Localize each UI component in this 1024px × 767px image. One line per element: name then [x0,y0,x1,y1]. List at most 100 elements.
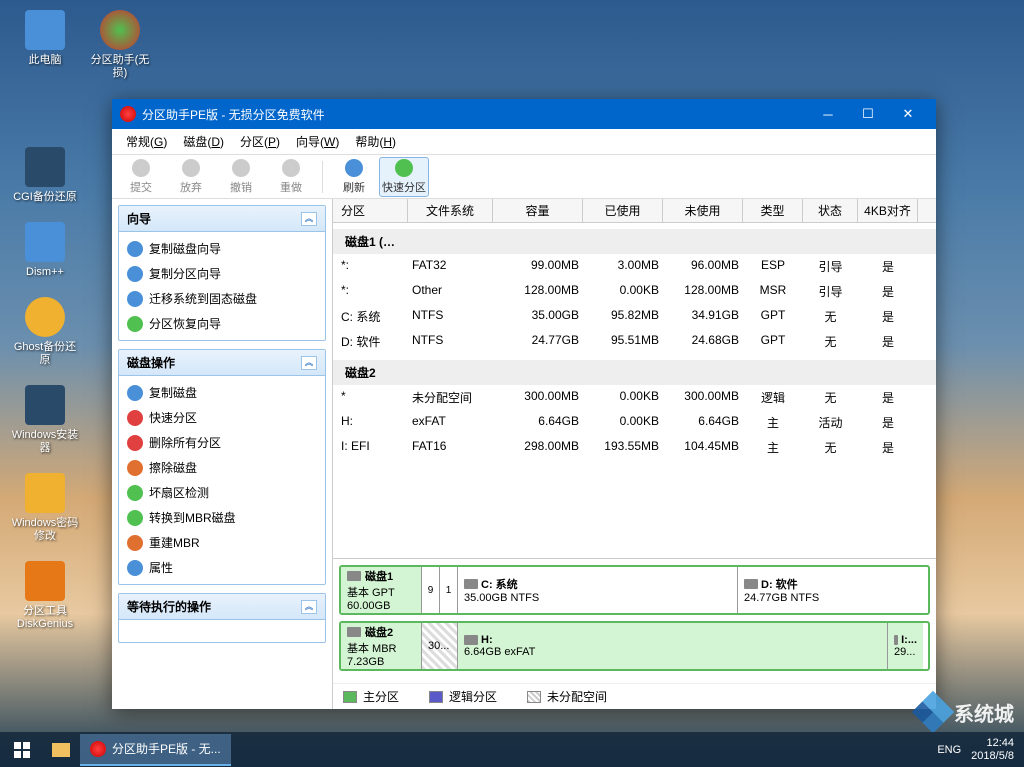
collapse-icon[interactable]: ︽ [301,212,317,226]
disk-map-partition[interactable]: C: 系统35.00GB NTFS [457,567,737,613]
partition-row[interactable]: C: 系统NTFS35.00GB95.82MB34.91GBGPT无是 [333,304,936,329]
toolbar-重做: 重做 [266,157,316,197]
desktop-icon-dism[interactable]: Dism++ [10,222,80,279]
panel-item-坏扇区检测[interactable]: 坏扇区检测 [121,480,323,505]
panel-item-删除所有分区[interactable]: 删除所有分区 [121,430,323,455]
desktop-icon-ghost[interactable]: Ghost备份还原 [10,297,80,367]
panel-wizard-header[interactable]: 向导 ︽ [119,206,325,232]
maximize-button[interactable]: ☐ [848,99,888,129]
app-icon [90,741,106,757]
table-header: 分区文件系统容量已使用未使用类型状态4KB对齐 [333,199,936,223]
desktop-icon-wininstall[interactable]: Windows安装器 [10,385,80,455]
放弃-icon [182,159,200,177]
panel-item-复制分区向导[interactable]: 复制分区向导 [121,261,323,286]
disk-map-partition[interactable]: H:6.64GB exFAT [457,623,887,669]
collapse-icon[interactable]: ︽ [301,600,317,614]
panel-pending-header[interactable]: 等待执行的操作 ︽ [119,594,325,620]
right-panel: 分区文件系统容量已使用未使用类型状态4KB对齐 磁盘1 (…*:FAT3299.… [332,199,936,709]
partition-row[interactable]: D: 软件NTFS24.77GB95.51MB24.68GBGPT无是 [333,329,936,354]
panel-item-迁移系统到固态磁盘[interactable]: 迁移系统到固态磁盘 [121,286,323,311]
col-header-2[interactable]: 容量 [493,199,583,222]
toolbar: 提交放弃撤销重做刷新快速分区 [112,155,936,199]
重做-icon [282,159,300,177]
monitor-icon [25,10,65,50]
desktop-icon-partassist[interactable]: 分区助手(无损) [85,10,155,80]
title-bar[interactable]: 分区助手PE版 - 无损分区免费软件 ─ ☐ ✕ [112,99,936,129]
desktop-icon-diskgenius[interactable]: 分区工具DiskGenius [10,561,80,631]
toolbar-放弃: 放弃 [166,157,216,197]
panel-item-快速分区[interactable]: 快速分区 [121,405,323,430]
taskbar: 分区助手PE版 - 无... ENG 12:44 2018/5/8 [0,732,1024,767]
disk-header[interactable]: 磁盘1 (… [333,229,936,254]
disk-map-2[interactable]: 磁盘2基本 MBR7.23GB30...H:6.64GB exFATI:...2… [339,621,930,671]
撤销-icon [232,159,250,177]
close-button[interactable]: ✕ [888,99,928,129]
action-icon [127,485,143,501]
taskbar-explorer[interactable] [44,732,78,767]
panel-item-复制磁盘[interactable]: 复制磁盘 [121,380,323,405]
刷新-icon [345,159,363,177]
col-header-6[interactable]: 状态 [803,199,858,222]
desktop-icon-thispc[interactable]: 此电脑 [10,10,80,67]
col-header-0[interactable]: 分区 [333,199,408,222]
partition-row[interactable]: *:FAT3299.00MB3.00MB96.00MBESP引导是 [333,254,936,279]
disk-map-label: 磁盘1基本 GPT60.00GB [341,567,421,613]
panel-item-擦除磁盘[interactable]: 擦除磁盘 [121,455,323,480]
disk-map-partition[interactable]: 1 [439,567,457,613]
partition-icon [464,635,478,645]
disk-map-1[interactable]: 磁盘1基本 GPT60.00GB91C: 系统35.00GB NTFSD: 软件… [339,565,930,615]
diskgenius-icon [25,561,65,601]
panel-item-复制磁盘向导[interactable]: 复制磁盘向导 [121,236,323,261]
toolbar-快速分区[interactable]: 快速分区 [379,157,429,197]
legend-item: 未分配空间 [527,688,607,705]
panel-item-属性[interactable]: 属性 [121,555,323,580]
partition-row[interactable]: H:exFAT6.64GB0.00KB6.64GB主活动是 [333,410,936,435]
panel-item-重建MBR[interactable]: 重建MBR [121,530,323,555]
hammer-icon [25,147,65,187]
partition-table: 磁盘1 (…*:FAT3299.00MB3.00MB96.00MBESP引导是*… [333,223,936,558]
disk-map-partition[interactable]: I:...29... [887,623,923,669]
disk-map-partition[interactable]: 30... [421,623,457,669]
disk-map-partition[interactable]: D: 软件24.77GB NTFS [737,567,923,613]
taskbar-app-task[interactable]: 分区助手PE版 - 无... [80,734,231,766]
partition-row[interactable]: I: EFIFAT16298.00MB193.55MB104.45MB主无是 [333,435,936,460]
col-header-5[interactable]: 类型 [743,199,803,222]
app-icon [120,106,136,122]
partition-row[interactable]: *:Other128.00MB0.00KB128.00MBMSR引导是 [333,279,936,304]
menu-w[interactable]: 向导(W) [288,130,347,153]
disk-map-area: 磁盘1基本 GPT60.00GB91C: 系统35.00GB NTFSD: 软件… [333,558,936,683]
desktop-icon-winpwd[interactable]: Windows密码修改 [10,473,80,543]
toolbar-刷新[interactable]: 刷新 [329,157,379,197]
folder-icon [52,743,70,757]
menu-g[interactable]: 常规(G) [118,130,175,153]
disk-header[interactable]: 磁盘2 [333,360,936,385]
minimize-button[interactable]: ─ [808,99,848,129]
desktop-icons-col1: 此电脑 CGI备份还原 Dism++ Ghost备份还原 Windows安装器 … [10,10,120,649]
panel-item-转换到MBR磁盘[interactable]: 转换到MBR磁盘 [121,505,323,530]
desktop-icon-cgi[interactable]: CGI备份还原 [10,147,80,204]
partition-row[interactable]: *未分配空间300.00MB0.00KB300.00MB逻辑无是 [333,385,936,410]
col-header-3[interactable]: 已使用 [583,199,663,222]
installer-icon [25,385,65,425]
col-header-1[interactable]: 文件系统 [408,199,493,222]
panel-diskops-header[interactable]: 磁盘操作 ︽ [119,350,325,376]
menu-p[interactable]: 分区(P) [232,130,288,153]
menu-bar: 常规(G)磁盘(D)分区(P)向导(W)帮助(H) [112,129,936,155]
tray-ime[interactable]: ENG [937,744,961,756]
tray-clock[interactable]: 12:44 2018/5/8 [971,737,1014,763]
menu-h[interactable]: 帮助(H) [347,130,404,153]
app-window: 分区助手PE版 - 无损分区免费软件 ─ ☐ ✕ 常规(G)磁盘(D)分区(P)… [112,99,936,709]
panel-diskops: 磁盘操作 ︽ 复制磁盘快速分区删除所有分区擦除磁盘坏扇区检测转换到MBR磁盘重建… [118,349,326,585]
start-button[interactable] [0,732,44,767]
col-header-7[interactable]: 4KB对齐 [858,199,918,222]
panel-wizard: 向导 ︽ 复制磁盘向导复制分区向导迁移系统到固态磁盘分区恢复向导 [118,205,326,341]
menu-d[interactable]: 磁盘(D) [175,130,232,153]
col-header-4[interactable]: 未使用 [663,199,743,222]
collapse-icon[interactable]: ︽ [301,356,317,370]
disk-map-partition[interactable]: 9 [421,567,439,613]
windows-logo-icon [14,742,30,758]
partition-icon [894,635,898,645]
panel-item-分区恢复向导[interactable]: 分区恢复向导 [121,311,323,336]
action-icon [127,460,143,476]
legend-swatch [527,691,541,703]
